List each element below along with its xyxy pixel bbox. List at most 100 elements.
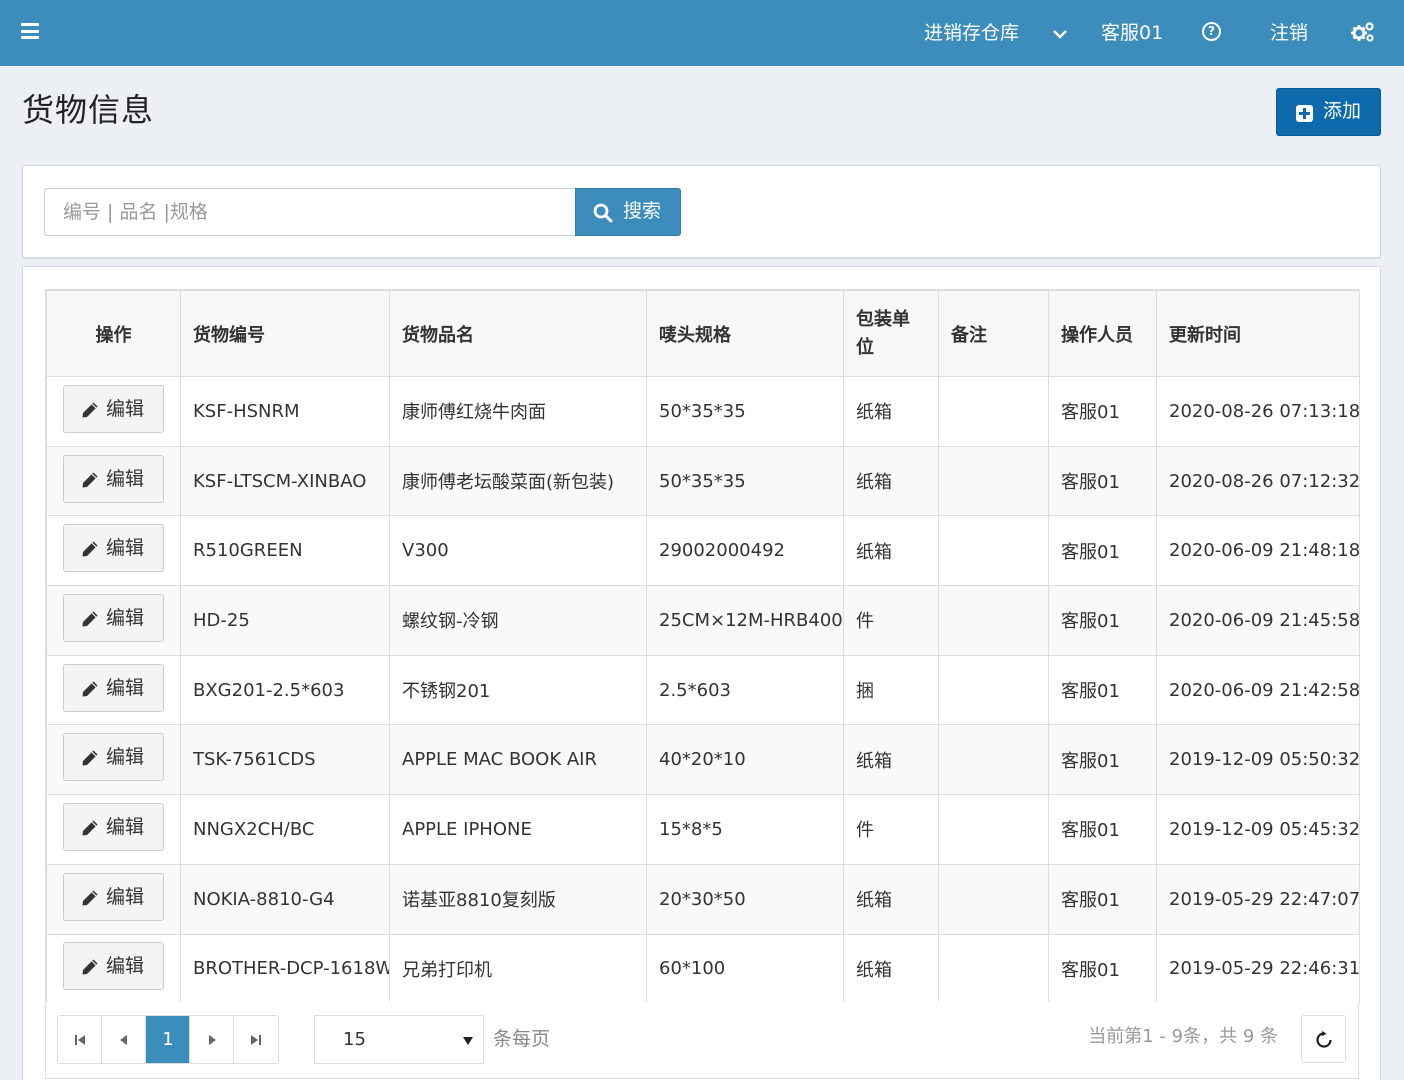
column-header-unit[interactable]: 包装单位 [843, 290, 939, 377]
cell-spec: 25CM×12M-HRB400E [646, 585, 844, 656]
cell-action: 编辑 [46, 724, 181, 796]
cell-code: BROTHER-DCP-1618W [180, 933, 390, 1005]
page-number-button[interactable]: 1 [146, 1016, 190, 1063]
help-icon[interactable]: ? [1202, 0, 1222, 66]
last-page-button[interactable] [234, 1016, 278, 1063]
pencil-icon [82, 890, 98, 906]
next-page-button[interactable] [190, 1016, 234, 1063]
cell-updated: 2019-05-29 22:47:07 [1156, 863, 1360, 935]
edit-button-label: 编辑 [106, 467, 145, 490]
edit-button[interactable]: 编辑 [63, 942, 164, 991]
search-button[interactable]: 搜索 [575, 188, 681, 236]
cell-note [938, 376, 1049, 447]
cell-note [938, 863, 1049, 935]
column-header-name[interactable]: 货物品名 [389, 290, 647, 377]
menu-toggle-icon[interactable] [21, 23, 39, 39]
search-panel: 搜索 [22, 165, 1381, 258]
chevron-down-icon[interactable] [1052, 0, 1068, 66]
cell-unit: 件 [843, 794, 939, 865]
page-title: 货物信息 [22, 91, 155, 129]
search-icon [593, 203, 613, 223]
per-page-label: 条每页 [493, 1028, 551, 1050]
cell-note [938, 933, 1049, 1005]
cell-name: 螺纹钢-冷钢 [389, 585, 647, 656]
edit-button[interactable]: 编辑 [63, 733, 164, 782]
table-row: 编辑 KSF-HSNRM 康师傅红烧牛肉面 50*35*35 纸箱 客服01 2020-08… [46, 376, 1360, 447]
cell-note [938, 515, 1049, 587]
refresh-button[interactable] [1301, 1015, 1346, 1063]
cell-code: R510GREEN [180, 515, 390, 587]
page-size-value: 15 [343, 1029, 366, 1050]
cell-action: 编辑 [46, 445, 181, 517]
cell-name: APPLE IPHONE [389, 794, 647, 865]
nav-user[interactable]: 客服01 [1101, 0, 1163, 66]
plus-square-icon [1296, 105, 1313, 122]
cell-code: HD-25 [180, 585, 390, 656]
cell-unit: 纸箱 [843, 933, 939, 1005]
pagination: 1 [57, 1015, 279, 1064]
cell-code: TSK-7561CDS [180, 724, 390, 796]
column-header-code[interactable]: 货物编号 [180, 290, 390, 377]
cell-updated: 2020-06-09 21:48:18 [1156, 515, 1360, 587]
dropdown-caret-icon [463, 1037, 473, 1045]
cell-code: BXG201-2.5*603 [180, 654, 390, 726]
cell-spec: 15*8*5 [646, 794, 844, 865]
prev-page-button[interactable] [102, 1016, 146, 1063]
edit-button[interactable]: 编辑 [63, 872, 164, 921]
prev-page-icon [120, 1035, 127, 1045]
nav-warehouse[interactable]: 进销存仓库 [924, 0, 1019, 66]
refresh-icon [1316, 1031, 1332, 1048]
table-row: 编辑 NNGX2CH/BC APPLE IPHONE 15*8*5 件 客服01 2019-… [46, 794, 1360, 865]
table-row: 编辑 R510GREEN V300 29002000492 纸箱 客服01 2020-06-… [46, 515, 1360, 587]
pencil-icon [82, 959, 98, 975]
cell-note [938, 794, 1049, 865]
cell-name: APPLE MAC BOOK AIR [389, 724, 647, 796]
goods-table-wrapper: 操作 货物编号 货物品名 唛头规格 包装单位 备注 操作人员 更新时间 编辑 KS… [45, 289, 1360, 1079]
cell-note [938, 585, 1049, 656]
edit-button[interactable]: 编辑 [63, 454, 164, 503]
cell-note [938, 654, 1049, 726]
cell-note [938, 445, 1049, 517]
edit-button[interactable]: 编辑 [63, 802, 164, 851]
pencil-icon [82, 472, 98, 488]
cell-operator: 客服01 [1048, 794, 1157, 865]
column-header-operator[interactable]: 操作人员 [1048, 290, 1157, 377]
page-size-select[interactable]: 15 [314, 1015, 484, 1064]
nav-logout[interactable]: 注销 [1270, 0, 1308, 66]
goods-table: 操作 货物编号 货物品名 唛头规格 包装单位 备注 操作人员 更新时间 编辑 KS… [46, 290, 1360, 1005]
cell-action: 编辑 [46, 515, 181, 587]
edit-button[interactable]: 编辑 [63, 663, 164, 712]
cell-name: 康师傅老坛酸菜面(新包装) [389, 445, 647, 517]
table-row: 编辑 KSF-LTSCM-XINBAO 康师傅老坛酸菜面(新包装) 50*35*35 纸… [46, 445, 1360, 517]
cell-note [938, 724, 1049, 796]
column-header-updated[interactable]: 更新时间 [1156, 290, 1360, 377]
first-page-button[interactable] [58, 1016, 102, 1063]
cell-updated: 2019-12-09 05:45:32 [1156, 794, 1360, 865]
cell-unit: 纸箱 [843, 376, 939, 447]
edit-button-label: 编辑 [106, 885, 145, 908]
cell-spec: 20*30*50 [646, 863, 844, 935]
column-header-note[interactable]: 备注 [938, 290, 1049, 377]
edit-button[interactable]: 编辑 [63, 524, 164, 573]
cell-action: 编辑 [46, 376, 181, 447]
cell-name: 诺基亚8810复刻版 [389, 863, 647, 935]
edit-button-label: 编辑 [106, 746, 145, 769]
table-row: 编辑 TSK-7561CDS APPLE MAC BOOK AIR 40*20*10 纸… [46, 724, 1360, 796]
edit-button[interactable]: 编辑 [63, 384, 164, 433]
table-row: 编辑 NOKIA-8810-G4 诺基亚8810复刻版 20*30*50 纸箱 客服01 2… [46, 863, 1360, 935]
cell-operator: 客服01 [1048, 585, 1157, 656]
cell-action: 编辑 [46, 654, 181, 726]
column-header-action[interactable]: 操作 [46, 290, 181, 377]
cell-updated: 2019-05-29 22:46:31 [1156, 933, 1360, 1005]
cell-operator: 客服01 [1048, 515, 1157, 587]
table-header-row: 操作 货物编号 货物品名 唛头规格 包装单位 备注 操作人员 更新时间 [46, 290, 1360, 377]
cell-spec: 29002000492 [646, 515, 844, 587]
edit-button[interactable]: 编辑 [63, 593, 164, 642]
add-button[interactable]: 添加 [1276, 88, 1381, 136]
cell-operator: 客服01 [1048, 863, 1157, 935]
search-input[interactable] [44, 188, 575, 236]
column-header-spec[interactable]: 唛头规格 [646, 290, 844, 377]
cell-action: 编辑 [46, 933, 181, 1005]
cell-updated: 2019-12-09 05:50:32 [1156, 724, 1360, 796]
gears-icon[interactable] [1351, 0, 1375, 66]
